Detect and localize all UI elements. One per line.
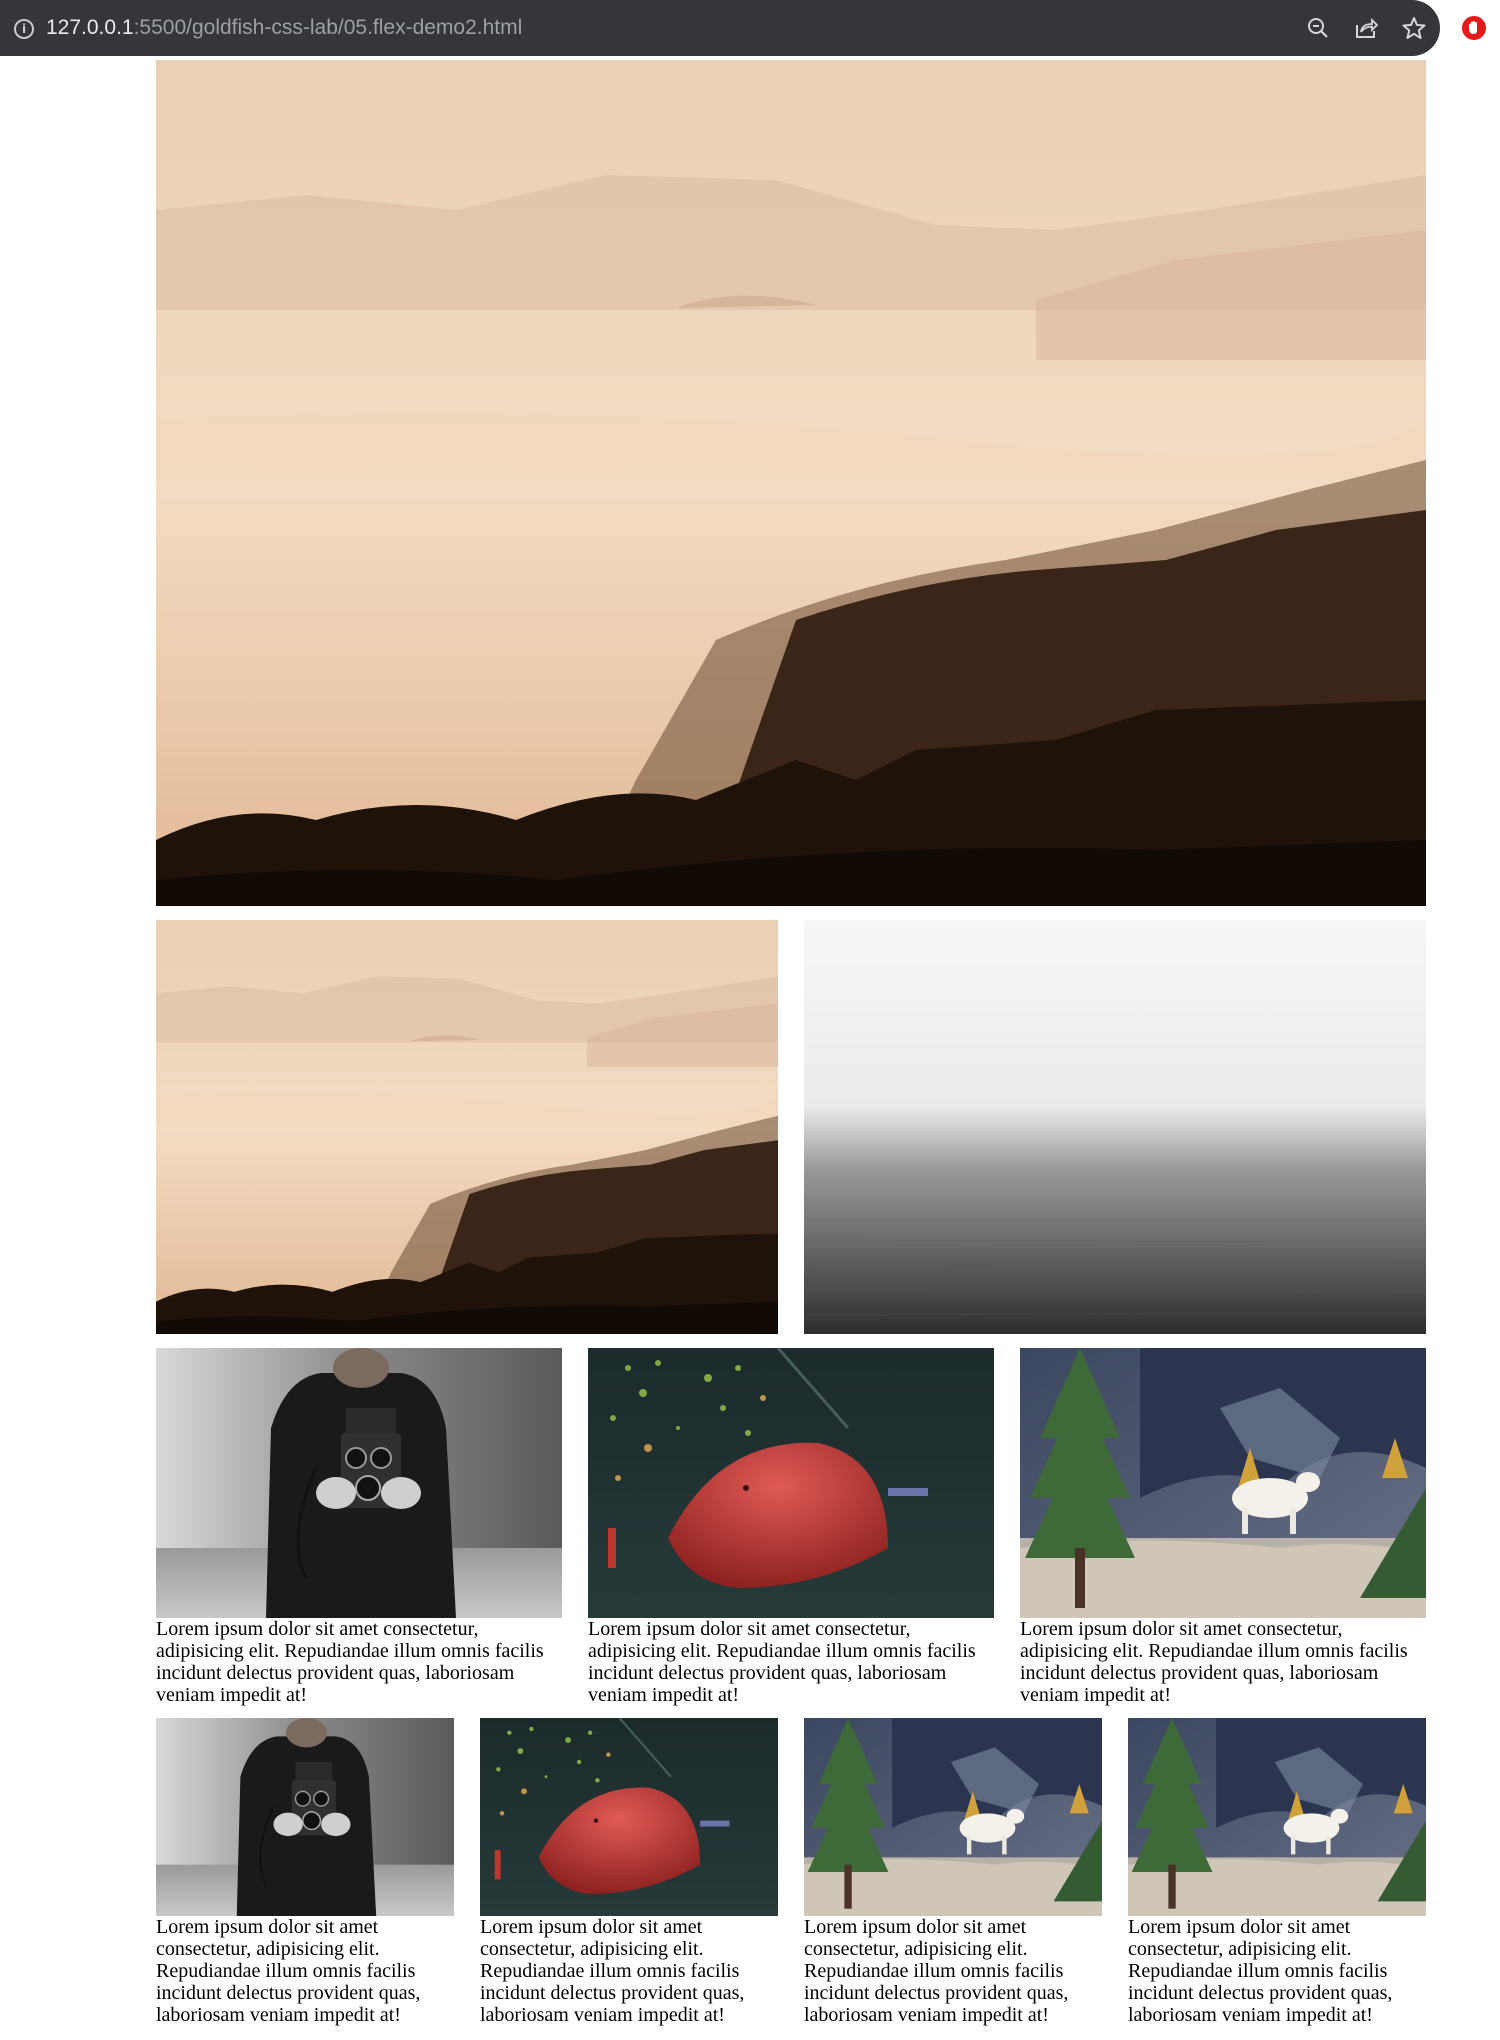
share-icon[interactable] bbox=[1352, 14, 1380, 42]
hero-image-misty-mountains bbox=[156, 60, 1426, 906]
card-text: Lorem ipsum dolor sit amet consectetur, … bbox=[1128, 1916, 1393, 2026]
card-camera: Lorem ipsum dolor sit amet consectetur, … bbox=[156, 1348, 562, 1706]
image-misty-mountains bbox=[156, 920, 778, 1334]
browser-toolbar: i 127.0.0.1:5500/goldfish-css-lab/05.fle… bbox=[0, 0, 1500, 58]
address-bar[interactable]: i 127.0.0.1:5500/goldfish-css-lab/05.fle… bbox=[0, 0, 1440, 56]
info-icon[interactable]: i bbox=[14, 19, 34, 39]
card-text: Lorem ipsum dolor sit amet consectetur, … bbox=[804, 1916, 1069, 2026]
url-host: 127.0.0.1 bbox=[46, 16, 134, 39]
card-goat: Lorem ipsum dolor sit amet consectetur, … bbox=[1020, 1348, 1426, 1706]
image-red-umbrella bbox=[480, 1718, 778, 1916]
image-foggy-sea bbox=[804, 920, 1426, 1334]
image-red-umbrella bbox=[588, 1348, 994, 1618]
card-text: Lorem ipsum dolor sit amet consectetur, … bbox=[480, 1916, 745, 2026]
card-goat-small-2: Lorem ipsum dolor sit amet consectetur, … bbox=[1128, 1718, 1426, 2026]
image-mountain-goat bbox=[1128, 1718, 1426, 1916]
card-text: Lorem ipsum dolor sit amet consectetur, … bbox=[1020, 1618, 1408, 1706]
bookmark-star-icon[interactable] bbox=[1400, 14, 1428, 42]
card-text: Lorem ipsum dolor sit amet consectetur, … bbox=[156, 1618, 544, 1706]
image-mountain-goat bbox=[804, 1718, 1102, 1916]
card-umbrella-small: Lorem ipsum dolor sit amet consectetur, … bbox=[480, 1718, 778, 2026]
image-man-with-camera bbox=[156, 1718, 454, 1916]
extension-stop-icon[interactable] bbox=[1461, 15, 1487, 41]
url-text[interactable]: 127.0.0.1:5500/goldfish-css-lab/05.flex-… bbox=[46, 14, 522, 42]
zoom-icon[interactable] bbox=[1304, 14, 1332, 42]
card-goat-small: Lorem ipsum dolor sit amet consectetur, … bbox=[804, 1718, 1102, 2026]
image-man-with-camera bbox=[156, 1348, 562, 1618]
image-mountain-goat bbox=[1020, 1348, 1426, 1618]
card-text: Lorem ipsum dolor sit amet consectetur, … bbox=[588, 1618, 976, 1706]
card-umbrella: Lorem ipsum dolor sit amet consectetur, … bbox=[588, 1348, 994, 1706]
url-path: :5500/goldfish-css-lab/05.flex-demo2.htm… bbox=[133, 16, 523, 39]
card-text: Lorem ipsum dolor sit amet consectetur, … bbox=[156, 1916, 421, 2026]
card-camera-small: Lorem ipsum dolor sit amet consectetur, … bbox=[156, 1718, 454, 2026]
